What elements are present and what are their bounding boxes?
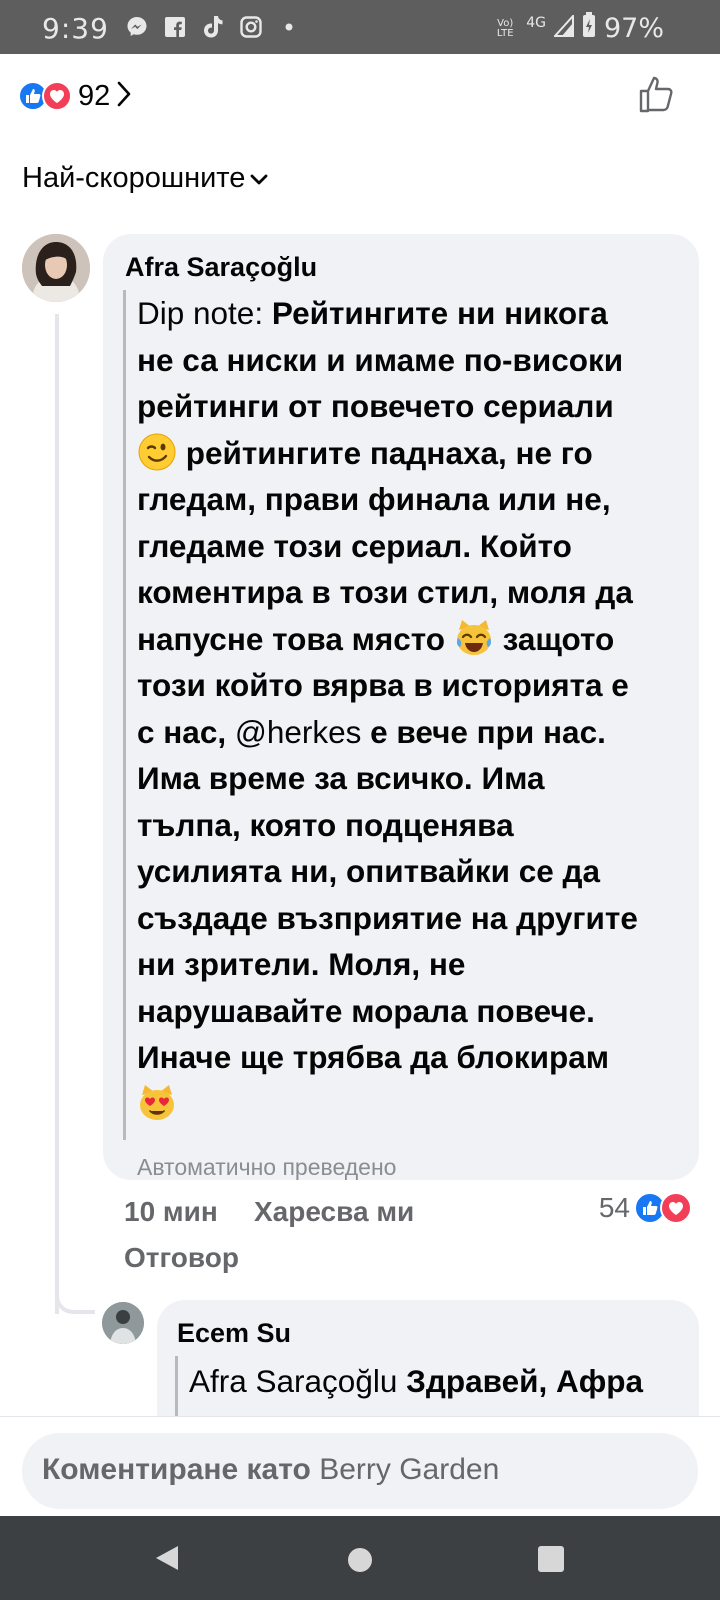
quote-bar <box>123 290 126 1140</box>
comment-line: усилията ни, опитвайки се да <box>137 853 601 889</box>
status-right: Vo) LTE 4G 97% <box>492 12 664 45</box>
comment-line: напусне това място <box>137 620 446 657</box>
back-icon[interactable] <box>154 1544 180 1577</box>
love-reaction-icon <box>660 1192 692 1224</box>
love-reaction-icon <box>42 81 72 111</box>
comment-line: Рейтингите ни никога <box>271 295 608 331</box>
comment-text: Dip note: Рейтингите ни никога не са нис… <box>137 290 685 1127</box>
reaction-count: 92 <box>78 79 111 112</box>
mention-link[interactable]: @herkes <box>235 714 362 750</box>
heart-eyes-cat-emoji <box>137 1083 177 1123</box>
comment-reaction-count: 54 <box>598 1192 630 1223</box>
status-time: 9:39 <box>42 12 109 45</box>
comment-line: коментира в този стил, моля да <box>137 574 633 610</box>
comment-line: рейтинги от повечето сериали <box>137 388 614 424</box>
reaction-icons <box>18 81 72 111</box>
comment-prefix: Dip note: <box>137 295 272 331</box>
comment-composer: Коментиране като Berry Garden <box>0 1416 720 1516</box>
sort-label: Най-скорошните <box>22 162 246 194</box>
comment-line: нарушавайте морала повече. <box>137 992 595 1029</box>
reactions-summary[interactable]: 92 <box>18 74 132 118</box>
facebook-icon <box>162 14 188 40</box>
comment-time: 10 мин <box>124 1196 218 1227</box>
dot-icon <box>276 14 302 40</box>
thread-connector <box>55 1268 95 1314</box>
status-bar: 9:39 Vo) LTE 4G 97% <box>0 0 720 54</box>
comment-line: Иначе ще трябва да блокирам <box>137 1039 610 1075</box>
comment-line: защото <box>493 620 615 657</box>
battery-icon <box>582 12 596 45</box>
comment-line: гледаме този сериал. Който <box>137 527 572 564</box>
reply-button[interactable]: Отговор <box>124 1242 239 1274</box>
network-type: 4G <box>526 14 546 31</box>
reply-avatar[interactable] <box>102 1302 144 1344</box>
chevron-right-icon <box>116 80 132 113</box>
comment-line: този който вярва в историята е <box>137 667 629 703</box>
signal-icon <box>552 13 574 44</box>
comment-line: не са ниски и имаме по-високи <box>137 341 624 378</box>
sort-selector[interactable]: Най-скорошните <box>22 162 269 195</box>
reply-mention[interactable]: Afra Saraçoğlu <box>189 1363 397 1399</box>
reply-author[interactable]: Ecem Su <box>177 1318 291 1349</box>
battery-percent: 97% <box>603 13 664 44</box>
system-nav-bar <box>0 1516 720 1600</box>
comment-line: е вече при нас. <box>361 713 606 750</box>
volte-indicator: Vo) LTE <box>496 17 514 39</box>
reply-text: Afra Saraçoğlu Здравей, Афра <box>189 1358 643 1404</box>
home-icon[interactable] <box>348 1548 372 1572</box>
comment-line: рейтингите паднаха, не го <box>177 434 593 471</box>
comment-placeholder: Коментиране като Berry Garden <box>42 1453 499 1487</box>
avatar[interactable] <box>22 234 90 302</box>
crying-laughing-cat-emoji <box>454 618 494 658</box>
auto-translated-label[interactable]: Автоматично преведено <box>137 1154 396 1181</box>
like-button[interactable]: Харесва ми <box>254 1196 414 1228</box>
comment-author[interactable]: Afra Saraçoğlu <box>125 252 317 283</box>
tiktok-icon <box>200 14 226 40</box>
comment-line: създаде възприятие на другите <box>137 899 638 936</box>
placeholder-prefix: Коментиране като <box>42 1453 320 1486</box>
comment-line: тълпа, която подценява <box>137 806 514 843</box>
quote-bar <box>175 1356 178 1416</box>
notification-icons <box>124 14 302 40</box>
comment-line: с нас, <box>137 713 235 750</box>
comment-reactions[interactable]: 54 <box>599 1192 692 1224</box>
thread-line <box>55 314 59 1314</box>
placeholder-name: Berry Garden <box>319 1453 500 1486</box>
winking-face-emoji <box>137 432 177 472</box>
comment-line: ни зрители. Моля, не <box>137 946 466 982</box>
comment-input[interactable]: Коментиране като Berry Garden <box>22 1433 698 1509</box>
instagram-icon <box>238 14 264 40</box>
comment-line: Има време за всичко. Има <box>137 760 545 796</box>
chevron-down-icon <box>249 162 269 195</box>
like-icon[interactable] <box>638 74 674 119</box>
recents-icon[interactable] <box>538 1546 564 1572</box>
comment-line: гледам, прави финала или не, <box>137 481 611 517</box>
comment-bubble[interactable]: Afra Saraçoğlu Dip note: Рейтингите ни н… <box>103 234 699 1180</box>
reply-line: Здравей, Афра <box>397 1363 644 1399</box>
messenger-icon <box>124 14 150 40</box>
